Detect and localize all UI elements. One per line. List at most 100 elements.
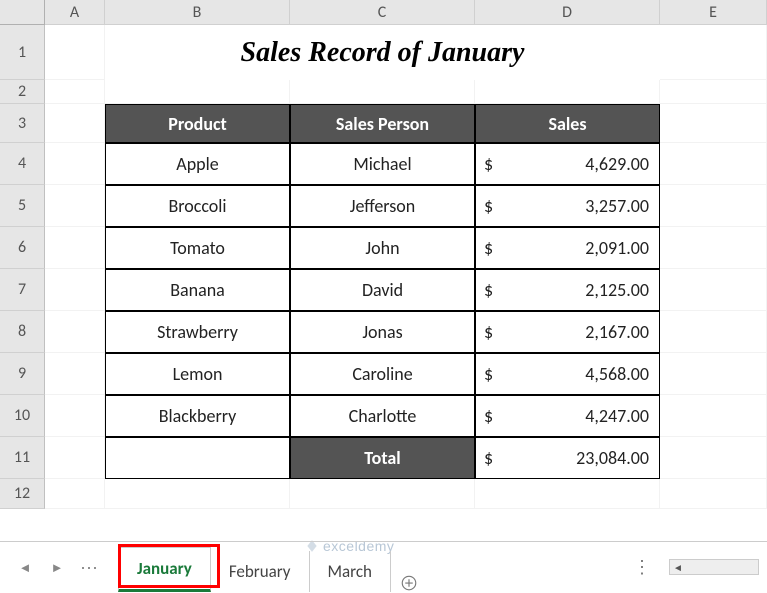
cell-B12[interactable] — [105, 479, 290, 509]
currency-symbol: $ — [484, 153, 498, 175]
row-header-4[interactable]: 4 — [0, 143, 45, 185]
cell-product-5[interactable]: Lemon — [105, 353, 290, 395]
tab-february[interactable]: February — [211, 551, 310, 592]
cell-E8[interactable] — [660, 311, 767, 353]
select-all-corner[interactable] — [0, 0, 45, 25]
sheet-tabs: January February March — [118, 544, 427, 592]
header-sales[interactable]: Sales — [475, 104, 660, 143]
horizontal-scrollbar[interactable]: ◄ — [669, 559, 759, 575]
row-header-10[interactable]: 10 — [0, 395, 45, 437]
cell-E7[interactable] — [660, 269, 767, 311]
cell-product-6[interactable]: Blackberry — [105, 395, 290, 437]
tab-scroll-prev[interactable]: ◄ — [10, 550, 40, 586]
cell-sales-3[interactable]: $2,125.00 — [475, 269, 660, 311]
cell-E10[interactable] — [660, 395, 767, 437]
cell-A1[interactable] — [45, 25, 105, 80]
cell-product-2[interactable]: Tomato — [105, 227, 290, 269]
cell-E2[interactable] — [660, 80, 767, 104]
cell-C2[interactable] — [290, 80, 475, 104]
currency-symbol: $ — [484, 405, 498, 427]
currency-symbol: $ — [484, 363, 498, 385]
currency-symbol: $ — [484, 321, 498, 343]
cell-E9[interactable] — [660, 353, 767, 395]
sales-amount: 4,629.00 — [585, 153, 649, 175]
cell-sales-2[interactable]: $2,091.00 — [475, 227, 660, 269]
row-header-8[interactable]: 8 — [0, 311, 45, 353]
tab-scroll-next[interactable]: ► — [42, 550, 72, 586]
total-value[interactable]: $23,084.00 — [475, 437, 660, 479]
row-header-6[interactable]: 6 — [0, 227, 45, 269]
col-header-D[interactable]: D — [475, 0, 660, 25]
cell-person-6[interactable]: Charlotte — [290, 395, 475, 437]
cell-A12[interactable] — [45, 479, 105, 509]
col-header-B[interactable]: B — [105, 0, 290, 25]
cell-A3[interactable] — [45, 104, 105, 143]
cell-sales-4[interactable]: $2,167.00 — [475, 311, 660, 353]
row-header-5[interactable]: 5 — [0, 185, 45, 227]
row-header-2[interactable]: 2 — [0, 80, 45, 104]
cell-sales-5[interactable]: $4,568.00 — [475, 353, 660, 395]
cell-A4[interactable] — [45, 143, 105, 185]
cell-sales-0[interactable]: $4,629.00 — [475, 143, 660, 185]
cell-product-4[interactable]: Strawberry — [105, 311, 290, 353]
cell-product-1[interactable]: Broccoli — [105, 185, 290, 227]
cell-E12[interactable] — [660, 479, 767, 509]
total-label[interactable]: Total — [290, 437, 475, 479]
row-header-7[interactable]: 7 — [0, 269, 45, 311]
title-cell[interactable]: Sales Record of January — [105, 25, 660, 80]
cell-person-2[interactable]: John — [290, 227, 475, 269]
cell-A10[interactable] — [45, 395, 105, 437]
cell-E11[interactable] — [660, 437, 767, 479]
row-header-12[interactable]: 12 — [0, 479, 45, 509]
col-header-C[interactable]: C — [290, 0, 475, 25]
cell-person-1[interactable]: Jefferson — [290, 185, 475, 227]
row-header-3[interactable]: 3 — [0, 104, 45, 143]
tab-scroll-menu[interactable]: ⋯ — [74, 550, 104, 586]
cell-B2[interactable] — [105, 80, 290, 104]
cell-product-0[interactable]: Apple — [105, 143, 290, 185]
cell-A11[interactable] — [45, 437, 105, 479]
cell-C12[interactable] — [290, 479, 475, 509]
cell-A9[interactable] — [45, 353, 105, 395]
cell-E3[interactable] — [660, 104, 767, 143]
cell-E1[interactable] — [660, 25, 767, 80]
new-sheet-button[interactable] — [391, 574, 427, 592]
plus-circle-icon — [400, 574, 418, 592]
tab-march[interactable]: March — [310, 551, 391, 592]
cell-B11[interactable] — [105, 437, 290, 479]
cell-sales-1[interactable]: $3,257.00 — [475, 185, 660, 227]
cell-product-3[interactable]: Banana — [105, 269, 290, 311]
cell-D12[interactable] — [475, 479, 660, 509]
tab-options-icon[interactable]: ⋮ — [633, 556, 653, 578]
row-header-1[interactable]: 1 — [0, 25, 45, 80]
cell-E6[interactable] — [660, 227, 767, 269]
cell-A6[interactable] — [45, 227, 105, 269]
sales-amount: 3,257.00 — [585, 195, 649, 217]
cell-D2[interactable] — [475, 80, 660, 104]
col-header-E[interactable]: E — [660, 0, 767, 25]
col-header-A[interactable]: A — [45, 0, 105, 25]
cell-sales-6[interactable]: $4,247.00 — [475, 395, 660, 437]
cell-A2[interactable] — [45, 80, 105, 104]
cell-person-4[interactable]: Jonas — [290, 311, 475, 353]
header-product[interactable]: Product — [105, 104, 290, 143]
cell-A7[interactable] — [45, 269, 105, 311]
spreadsheet-grid: A B C D E 1 Sales Record of January 2 3 … — [0, 0, 767, 509]
sales-amount: 4,247.00 — [585, 405, 649, 427]
page-title: Sales Record of January — [241, 37, 525, 69]
cell-A5[interactable] — [45, 185, 105, 227]
header-person[interactable]: Sales Person — [290, 104, 475, 143]
cell-E4[interactable] — [660, 143, 767, 185]
row-header-9[interactable]: 9 — [0, 353, 45, 395]
currency-symbol: $ — [484, 447, 498, 469]
total-amount: 23,084.00 — [576, 447, 649, 469]
tab-january[interactable]: January — [118, 547, 211, 592]
scroll-left-icon[interactable]: ◄ — [670, 561, 686, 574]
cell-person-5[interactable]: Caroline — [290, 353, 475, 395]
cell-person-3[interactable]: David — [290, 269, 475, 311]
row-header-11[interactable]: 11 — [0, 437, 45, 479]
cell-A8[interactable] — [45, 311, 105, 353]
cell-E5[interactable] — [660, 185, 767, 227]
sales-amount: 2,167.00 — [585, 321, 649, 343]
cell-person-0[interactable]: Michael — [290, 143, 475, 185]
